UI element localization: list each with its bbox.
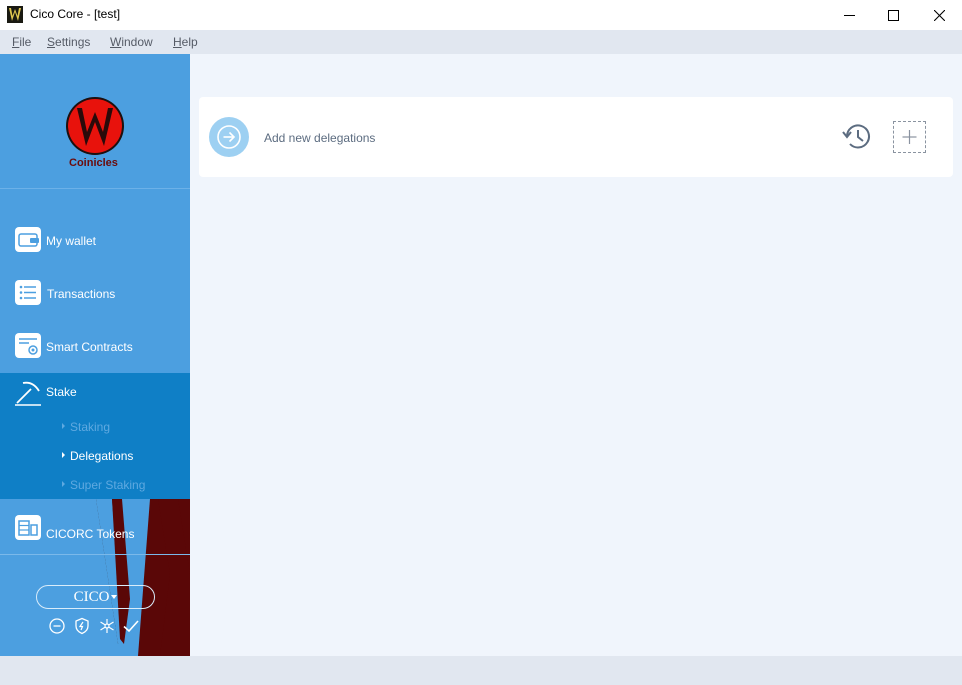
menu-help-accel: H — [173, 35, 182, 49]
arrow-right-icon — [62, 452, 65, 458]
logo-text: Coinicles — [69, 157, 118, 169]
caret-down-icon — [111, 595, 118, 599]
logo-area: Coinicles — [0, 54, 190, 189]
menu-window[interactable]: Window — [110, 35, 153, 49]
sidebar-item-smart-contracts[interactable]: Smart Contracts — [0, 320, 190, 370]
menu-window-label: indow — [121, 35, 153, 49]
sidebar-item-label: Smart Contracts — [46, 340, 133, 354]
app-logo-icon — [7, 6, 23, 23]
sidebar-item-stake[interactable]: Stake — [0, 373, 190, 411]
add-delegation-label[interactable]: Add new delegations — [264, 131, 375, 145]
close-icon — [933, 9, 945, 21]
unit-label: CICO — [73, 589, 110, 605]
subitem-label: Super Staking — [70, 478, 146, 492]
menu-settings[interactable]: Settings — [47, 35, 90, 49]
subitem-label: Delegations — [70, 449, 134, 463]
menu-window-accel: W — [110, 35, 122, 49]
unit-selector[interactable]: CICO — [36, 585, 155, 609]
main-content: Add new delegations — [190, 54, 962, 656]
sidebar-item-label: Stake — [46, 385, 77, 399]
transactions-list-icon — [15, 280, 41, 305]
network-icon[interactable] — [98, 617, 116, 635]
tokens-icon — [15, 515, 41, 540]
sidebar-subitem-super-staking[interactable]: Super Staking — [62, 478, 145, 492]
title-bar: Cico Core - [test] — [0, 0, 962, 30]
delegations-card: Add new delegations — [199, 97, 953, 177]
stake-section: Stake Staking Delegations Super Staking — [0, 373, 190, 499]
arrow-right-icon — [62, 423, 65, 429]
sidebar-item-wallet[interactable]: My wallet — [0, 214, 190, 264]
sidebar-item-tokens[interactable]: CICORC Tokens — [0, 502, 190, 552]
sidebar-item-label: Transactions — [47, 287, 116, 301]
arrow-right-icon — [62, 481, 65, 487]
sidebar-divider — [0, 554, 190, 555]
checkmark-icon[interactable] — [122, 617, 140, 635]
sidebar-subitem-delegations[interactable]: Delegations — [62, 449, 133, 463]
sidebar: Coinicles My wallet Transactions Smart C… — [0, 54, 190, 656]
subitem-label: Staking — [70, 420, 111, 434]
wallet-icon — [15, 227, 41, 252]
shield-icon[interactable] — [73, 617, 91, 635]
status-bar — [0, 656, 962, 685]
menu-file[interactable]: File — [12, 35, 31, 49]
history-icon — [842, 124, 870, 149]
add-delegation-button[interactable] — [209, 117, 249, 157]
menu-help-label: elp — [181, 35, 198, 49]
menu-settings-accel: S — [47, 35, 56, 49]
minimize-button[interactable] — [826, 0, 872, 30]
smart-contract-icon — [15, 333, 41, 358]
sidebar-subitem-staking[interactable]: Staking — [62, 420, 110, 434]
app-window: Cico Core - [test] File Settings Window … — [0, 0, 962, 685]
add-button[interactable] — [893, 121, 926, 153]
close-button[interactable] — [916, 0, 962, 30]
menu-file-label: ile — [19, 35, 32, 49]
menu-settings-label: ettings — [55, 35, 91, 49]
minus-circle-icon[interactable] — [48, 617, 66, 635]
menu-bar: File Settings Window Help — [0, 30, 962, 54]
maximize-icon — [887, 9, 899, 21]
sidebar-item-label: My wallet — [46, 234, 97, 248]
sidebar-item-label: CICORC Tokens — [46, 527, 135, 541]
plus-icon — [902, 130, 917, 144]
sidebar-item-transactions[interactable]: Transactions — [0, 267, 190, 317]
minimize-icon — [843, 14, 855, 16]
arrow-circle-right-icon — [217, 125, 241, 149]
stake-pickaxe-icon — [15, 381, 41, 406]
maximize-button[interactable] — [870, 0, 916, 30]
history-button[interactable] — [839, 119, 875, 155]
menu-help[interactable]: Help — [173, 35, 198, 49]
window-title: Cico Core - [test] — [30, 7, 121, 21]
status-icons — [48, 617, 148, 635]
